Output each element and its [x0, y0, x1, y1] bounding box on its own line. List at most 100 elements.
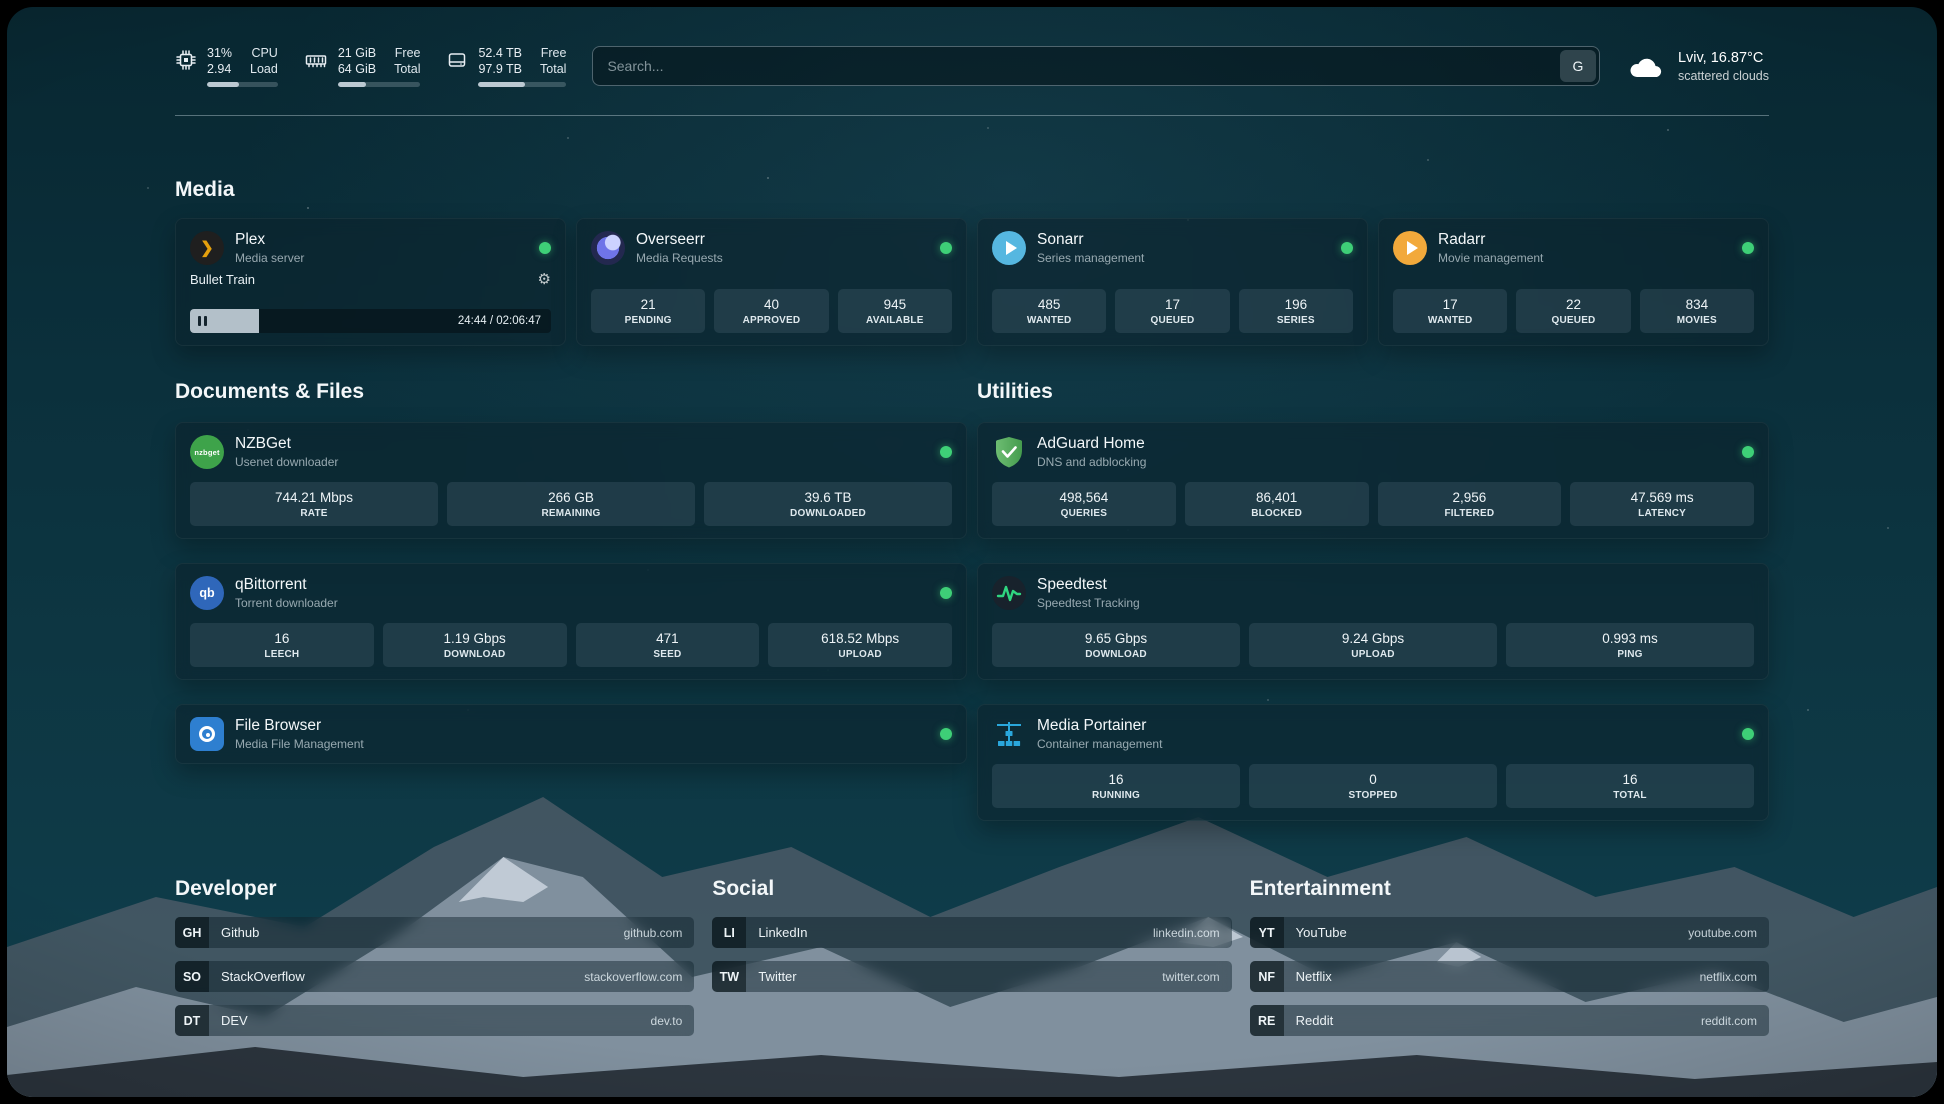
bookmark-linkedin[interactable]: LI LinkedIn linkedin.com — [712, 917, 1231, 948]
service-card-filebrowser[interactable]: File Browser Media File Management — [175, 704, 967, 764]
section-title-media: Media — [175, 178, 1769, 202]
media-grid: ❯ Plex Media server Bullet Train ⚙ 24:44… — [175, 218, 1769, 346]
radarr-icon — [1393, 231, 1427, 265]
bookmark-youtube[interactable]: YT YouTube youtube.com — [1250, 917, 1769, 948]
disk-icon — [446, 49, 468, 71]
stat-movies: 834 MOVIES — [1640, 289, 1754, 333]
service-desc: Movie management — [1438, 251, 1543, 265]
stat-running: 16 RUNNING — [992, 764, 1240, 808]
bookmark-name: YouTube — [1296, 925, 1347, 940]
stat-filtered: 2,956 FILTERED — [1378, 482, 1562, 526]
stat-series: 196 SERIES — [1239, 289, 1353, 333]
bookmark-twitter[interactable]: TW Twitter twitter.com — [712, 961, 1231, 992]
weather-location: Lviv, 16.87°C — [1678, 50, 1769, 66]
service-card-overseerr[interactable]: Overseerr Media Requests 21 PENDING 40 A… — [576, 218, 967, 346]
memory-total-label: Total — [394, 61, 420, 77]
playback-progress-bar[interactable]: 24:44 / 02:06:47 — [190, 309, 551, 333]
search-input[interactable] — [592, 46, 1600, 86]
service-card-speedtest[interactable]: Speedtest Speedtest Tracking 9.65 Gbps D… — [977, 563, 1769, 680]
service-desc: Torrent downloader — [235, 596, 338, 610]
top-bar: 31% 2.94 CPU Load — [175, 7, 1769, 87]
service-card-plex[interactable]: ❯ Plex Media server Bullet Train ⚙ 24:44… — [175, 218, 566, 346]
bookmark-stackoverflow[interactable]: SO StackOverflow stackoverflow.com — [175, 961, 694, 992]
status-online-dot — [940, 587, 952, 599]
service-name: Sonarr — [1037, 231, 1144, 249]
search-bar: G — [592, 46, 1600, 86]
status-online-dot — [940, 728, 952, 740]
bookmarks-developer: Developer GH Github github.com SO StackO… — [175, 877, 694, 1036]
section-title-social: Social — [712, 877, 1231, 901]
service-desc: Series management — [1037, 251, 1144, 265]
service-name: Speedtest — [1037, 576, 1140, 594]
stat-leech: 16 LEECH — [190, 623, 374, 667]
bookmark-dev[interactable]: DT DEV dev.to — [175, 1005, 694, 1036]
bookmark-netflix[interactable]: NF Netflix netflix.com — [1250, 961, 1769, 992]
stat-stopped: 0 STOPPED — [1249, 764, 1497, 808]
service-card-qbittorrent[interactable]: qb qBittorrent Torrent downloader 16 LEE… — [175, 563, 967, 680]
service-desc: Container management — [1037, 737, 1162, 751]
cpu-widget: 31% 2.94 CPU Load — [175, 45, 278, 87]
service-card-sonarr[interactable]: Sonarr Series management 485 WANTED 17 Q… — [977, 218, 1368, 346]
bookmark-abbr: YT — [1250, 917, 1284, 948]
service-card-adguard[interactable]: AdGuard Home DNS and adblocking 498,564 … — [977, 422, 1769, 539]
disk-total-value: 97.9 TB — [478, 61, 522, 77]
status-online-dot — [1742, 728, 1754, 740]
service-desc: Usenet downloader — [235, 455, 338, 469]
stat-upload: 618.52 Mbps UPLOAD — [768, 623, 952, 667]
cloud-icon — [1626, 52, 1666, 80]
stat-upload: 9.24 Gbps UPLOAD — [1249, 623, 1497, 667]
section-title-utilities: Utilities — [977, 380, 1769, 404]
pause-icon[interactable] — [198, 316, 207, 326]
status-online-dot — [1742, 242, 1754, 254]
nzbget-icon: nzbget — [190, 435, 224, 469]
stat-total: 16 TOTAL — [1506, 764, 1754, 808]
service-desc: Speedtest Tracking — [1037, 596, 1140, 610]
bookmark-abbr: DT — [175, 1005, 209, 1036]
sonarr-icon — [992, 231, 1026, 265]
cpu-load-value: 2.94 — [207, 61, 232, 77]
overseerr-icon — [591, 231, 625, 265]
bookmarks-social: Social LI LinkedIn linkedin.com TW Twitt… — [712, 877, 1231, 1036]
bookmark-domain: twitter.com — [1162, 970, 1219, 984]
stat-seed: 471 SEED — [576, 623, 760, 667]
memory-icon — [304, 49, 328, 71]
stat-remaining: 266 GB REMAINING — [447, 482, 695, 526]
bookmark-name: Github — [221, 925, 259, 940]
adguard-icon — [992, 435, 1026, 469]
gear-icon[interactable]: ⚙ — [538, 272, 551, 287]
memory-free-label: Free — [395, 45, 421, 61]
service-name: NZBGet — [235, 435, 338, 453]
status-online-dot — [940, 446, 952, 458]
memory-total-value: 64 GiB — [338, 61, 376, 77]
service-desc: Media server — [235, 251, 304, 265]
bookmark-domain: youtube.com — [1688, 926, 1757, 940]
disk-widget: 52.4 TB 97.9 TB Free Total — [446, 45, 566, 87]
stat-pending: 21 PENDING — [591, 289, 705, 333]
bookmark-github[interactable]: GH Github github.com — [175, 917, 694, 948]
section-title-developer: Developer — [175, 877, 694, 901]
service-card-nzbget[interactable]: nzbget NZBGet Usenet downloader 744.21 M… — [175, 422, 967, 539]
cpu-load-label: Load — [250, 61, 278, 77]
service-card-portainer[interactable]: Media Portainer Container management 16 … — [977, 704, 1769, 821]
playback-time: 24:44 / 02:06:47 — [458, 315, 541, 327]
portainer-icon — [992, 717, 1026, 751]
bookmark-reddit[interactable]: RE Reddit reddit.com — [1250, 1005, 1769, 1036]
service-desc: Media File Management — [235, 737, 364, 751]
status-online-dot — [1341, 242, 1353, 254]
speedtest-icon — [992, 576, 1026, 610]
bookmark-abbr: LI — [712, 917, 746, 948]
bookmark-domain: reddit.com — [1701, 1014, 1757, 1028]
stat-queued: 22 QUEUED — [1516, 289, 1630, 333]
service-name: AdGuard Home — [1037, 435, 1146, 453]
bookmark-domain: stackoverflow.com — [584, 970, 682, 984]
search-provider-button[interactable]: G — [1560, 50, 1596, 82]
service-name: Overseerr — [636, 231, 723, 249]
topbar-divider — [175, 115, 1769, 116]
status-online-dot — [539, 242, 551, 254]
service-card-radarr[interactable]: Radarr Movie management 17 WANTED 22 QUE… — [1378, 218, 1769, 346]
bookmark-name: StackOverflow — [221, 969, 305, 984]
memory-widget: 21 GiB 64 GiB Free Total — [304, 45, 421, 87]
cpu-progress-bar — [207, 82, 278, 87]
memory-free-value: 21 GiB — [338, 45, 376, 61]
service-name: qBittorrent — [235, 576, 338, 594]
